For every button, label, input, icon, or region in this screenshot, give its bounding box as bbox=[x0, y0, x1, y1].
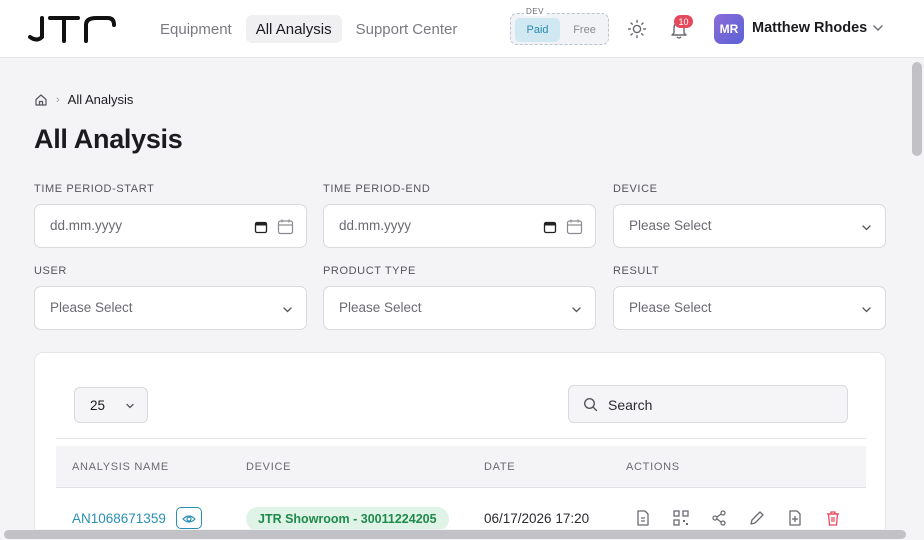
product-type-label: PRODUCT TYPE bbox=[323, 265, 416, 277]
result-select-value: Please Select bbox=[629, 300, 712, 315]
result-select[interactable]: Please Select bbox=[613, 286, 886, 330]
page-size-select[interactable]: 25 bbox=[74, 387, 148, 423]
time-end-label: TIME PERIOD-END bbox=[323, 183, 431, 195]
vertical-scrollbar-thumb[interactable] bbox=[912, 62, 922, 156]
trash-icon[interactable] bbox=[824, 509, 842, 527]
device-badge: JTR Showroom - 30011224205 bbox=[246, 507, 449, 531]
calendar-icon[interactable] bbox=[277, 218, 294, 235]
report-icon[interactable] bbox=[634, 509, 652, 527]
search-icon bbox=[583, 397, 598, 412]
home-icon[interactable] bbox=[34, 93, 48, 107]
calendar-icon[interactable] bbox=[543, 220, 557, 234]
divider bbox=[56, 438, 866, 439]
nav-all-analysis[interactable]: All Analysis bbox=[245, 15, 342, 43]
env-paid-button[interactable]: Paid bbox=[515, 18, 560, 42]
qr-code-icon[interactable] bbox=[672, 509, 690, 527]
nav-equipment[interactable]: Equipment bbox=[150, 15, 242, 43]
column-header-device[interactable]: DEVICE bbox=[246, 461, 291, 473]
horizontal-scrollbar-thumb[interactable] bbox=[4, 530, 906, 539]
breadcrumb: › All Analysis bbox=[34, 92, 133, 107]
view-button[interactable] bbox=[176, 507, 202, 529]
analysis-date: 06/17/2026 17:20 bbox=[484, 511, 590, 526]
user-select-value: Please Select bbox=[50, 300, 133, 315]
page-size-value: 25 bbox=[90, 398, 106, 413]
main-nav: Equipment All Analysis Support Center bbox=[150, 15, 467, 43]
device-select-value: Please Select bbox=[629, 218, 712, 233]
device-label: DEVICE bbox=[613, 183, 658, 195]
product-type-select[interactable]: Please Select bbox=[323, 286, 596, 330]
analysis-table-card: 25 Search ANALYSIS NAME DEVICE DATE ACTI… bbox=[34, 352, 886, 540]
page-title: All Analysis bbox=[34, 124, 183, 154]
table-header: ANALYSIS NAME DEVICE DATE ACTIONS bbox=[56, 446, 866, 488]
time-end-placeholder: dd.mm.yyyy bbox=[339, 218, 412, 233]
env-label: DEV bbox=[524, 7, 546, 16]
chevron-down-icon bbox=[126, 403, 134, 409]
device-select[interactable]: Please Select bbox=[613, 204, 886, 248]
result-label: RESULT bbox=[613, 265, 660, 277]
chevron-down-icon bbox=[862, 225, 871, 231]
column-header-actions: ACTIONS bbox=[626, 461, 680, 473]
search-input[interactable]: Search bbox=[568, 385, 848, 423]
time-end-input[interactable]: dd.mm.yyyy bbox=[323, 204, 596, 248]
user-select[interactable]: Please Select bbox=[34, 286, 307, 330]
chevron-down-icon bbox=[572, 307, 581, 313]
calendar-icon[interactable] bbox=[566, 218, 583, 235]
breadcrumb-separator: › bbox=[56, 93, 60, 106]
sun-icon[interactable] bbox=[627, 19, 647, 39]
column-header-analysis-name[interactable]: ANALYSIS NAME bbox=[72, 461, 169, 473]
add-file-icon[interactable] bbox=[786, 509, 804, 527]
chevron-down-icon[interactable] bbox=[872, 22, 884, 34]
env-free-button[interactable]: Free bbox=[563, 18, 606, 42]
environment-switch: DEV Paid Free bbox=[510, 7, 609, 45]
time-start-placeholder: dd.mm.yyyy bbox=[50, 218, 123, 233]
column-header-date[interactable]: DATE bbox=[484, 461, 515, 473]
time-start-input[interactable]: dd.mm.yyyy bbox=[34, 204, 307, 248]
edit-icon[interactable] bbox=[748, 509, 766, 527]
share-icon[interactable] bbox=[710, 509, 728, 527]
product-type-select-value: Please Select bbox=[339, 300, 422, 315]
nav-support-center[interactable]: Support Center bbox=[346, 15, 468, 43]
user-label: USER bbox=[34, 265, 67, 277]
notification-badge: 10 bbox=[674, 15, 693, 28]
user-avatar[interactable]: MR bbox=[714, 14, 744, 44]
breadcrumb-current: All Analysis bbox=[67, 92, 134, 107]
eye-icon bbox=[182, 515, 196, 523]
analysis-name-link[interactable]: AN1068671359 bbox=[72, 511, 166, 526]
chevron-down-icon bbox=[862, 307, 871, 313]
user-name[interactable]: Matthew Rhodes bbox=[752, 20, 867, 36]
calendar-icon[interactable] bbox=[254, 220, 268, 234]
top-header: Equipment All Analysis Support Center DE… bbox=[0, 0, 924, 58]
jtr-logo[interactable] bbox=[28, 15, 116, 43]
chevron-down-icon bbox=[283, 307, 292, 313]
search-placeholder: Search bbox=[608, 397, 653, 413]
time-start-label: TIME PERIOD-START bbox=[34, 183, 155, 195]
